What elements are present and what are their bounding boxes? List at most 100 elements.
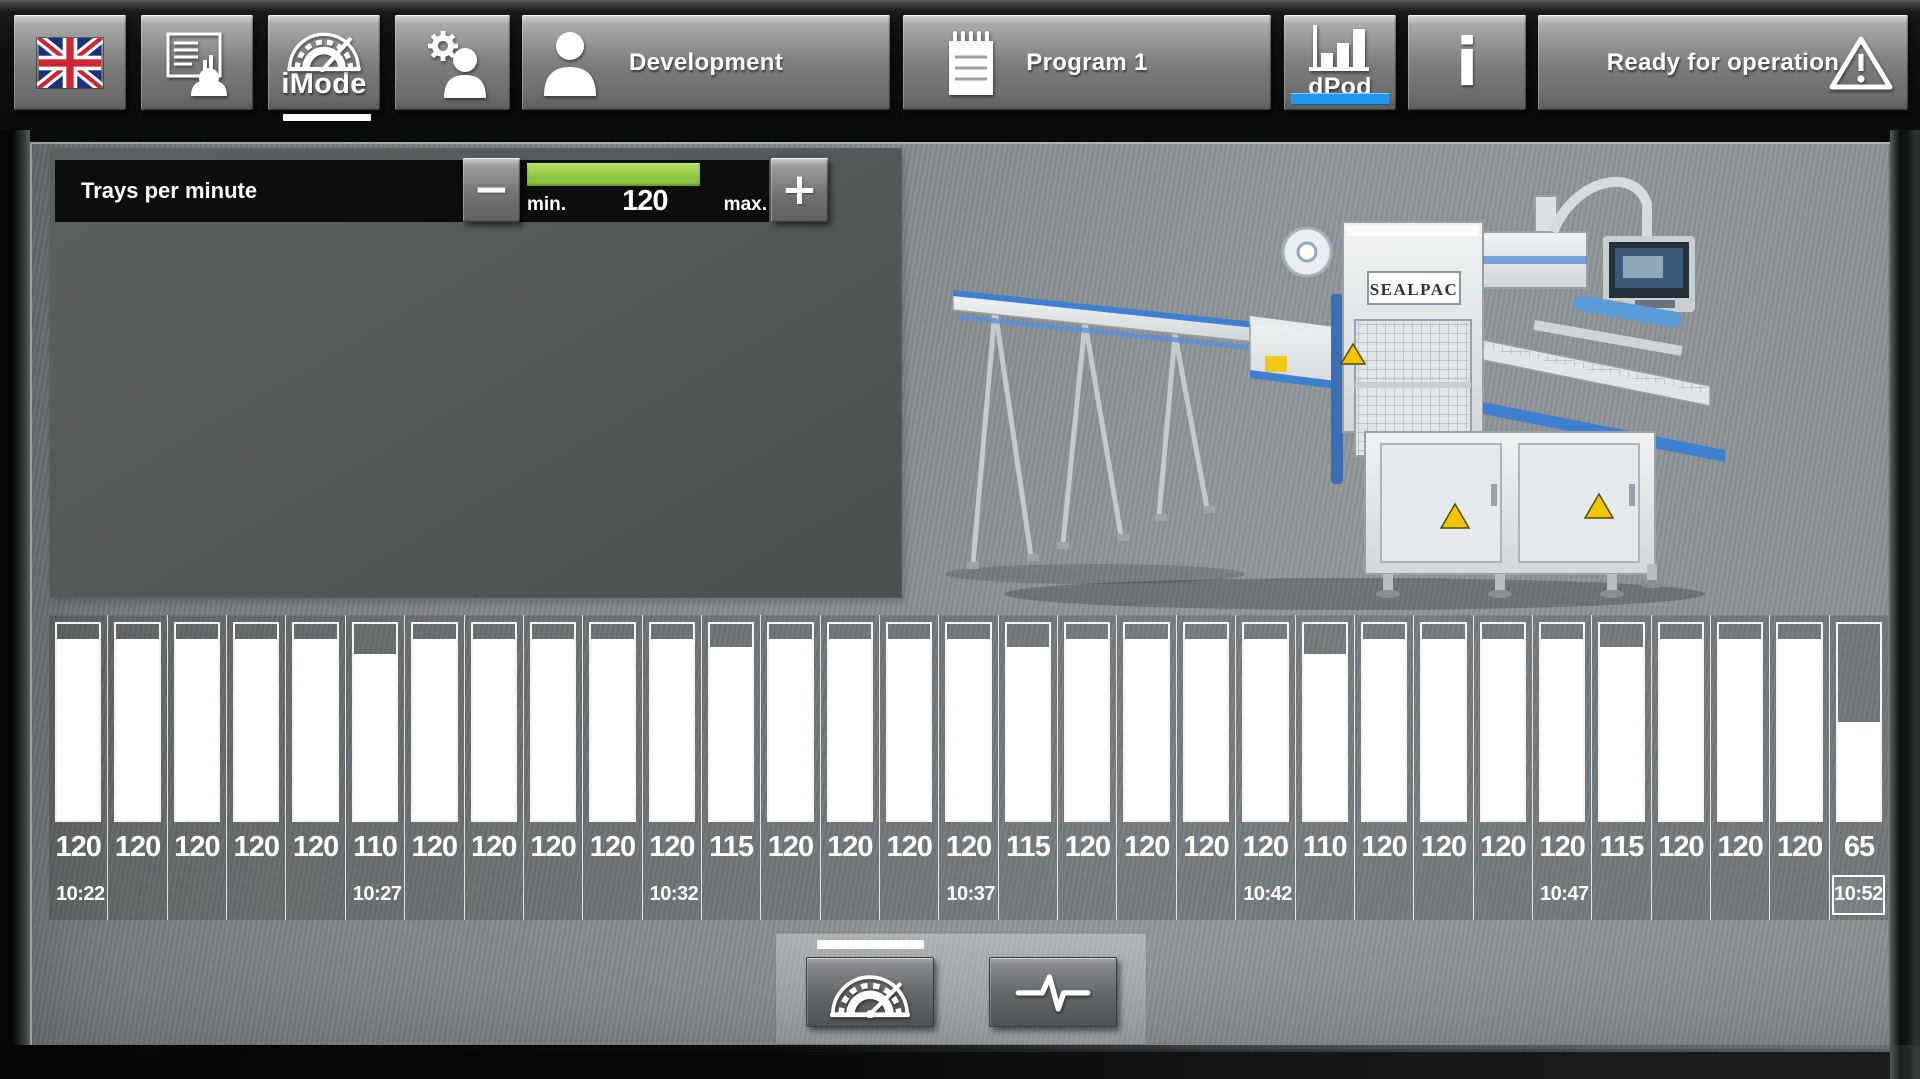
bar-fill: [829, 639, 871, 820]
chart-column: 110: [1296, 615, 1355, 920]
bar-outline: [649, 622, 695, 822]
bar-fill: [1541, 639, 1583, 820]
bezel-right: [1890, 130, 1920, 1079]
bar-timestamp: 10:32: [643, 875, 701, 913]
uk-flag-icon: [37, 38, 103, 88]
hmi-root: iMode: [0, 0, 1920, 1079]
bar-value: 120: [168, 827, 226, 871]
bar-value: 120: [583, 827, 641, 871]
chart-column: 120: [1474, 615, 1533, 920]
speed-panel-title: Trays per minute: [81, 160, 257, 222]
bar-fill: [1185, 639, 1227, 820]
bar-fill: [1244, 639, 1286, 820]
bar-fill: [1778, 639, 1820, 820]
report-user-icon: [158, 30, 236, 96]
speed-gauge: min. 120 max.: [527, 163, 767, 209]
machine-brand-label: SEALPAC: [1370, 280, 1459, 299]
bar-value: 120: [1474, 827, 1532, 871]
chart-column: 120: [405, 615, 464, 920]
bar-outline: [411, 622, 457, 822]
bar-outline: [589, 622, 635, 822]
chart-column: 12010:42: [1236, 615, 1295, 920]
bar-fill: [413, 639, 455, 820]
bar-value: 120: [108, 827, 166, 871]
report-user-button[interactable]: [141, 15, 253, 110]
bar-outline: [827, 622, 873, 822]
pulse-icon: [1013, 965, 1093, 1019]
bar-value: 120: [761, 827, 819, 871]
pulse-view-button[interactable]: [989, 957, 1117, 1027]
bar-timestamp: 10:22: [49, 875, 107, 913]
bar-value: 120: [49, 827, 107, 871]
screen: Trays per minute − min. 120 max. +: [30, 142, 1890, 1052]
bar-outline: [886, 622, 932, 822]
imode-button[interactable]: iMode: [268, 15, 380, 110]
chart-column: 115: [1592, 615, 1651, 920]
gauge-view-button[interactable]: [806, 957, 934, 1027]
bar-chart-icon: [1305, 23, 1375, 75]
bar-fill: [651, 639, 693, 820]
bar-fill: [888, 639, 930, 820]
bar-fill: [473, 639, 515, 820]
chart-column: 120: [227, 615, 286, 920]
bar-outline: [1064, 622, 1110, 822]
operator-button[interactable]: Development: [522, 15, 890, 110]
min-label: min.: [527, 194, 566, 216]
dpod-button[interactable]: dPod: [1284, 15, 1396, 110]
speed-gauge-fill: [527, 163, 700, 186]
bar-value: 120: [1414, 827, 1472, 871]
bar-outline: [1420, 622, 1466, 822]
decrease-speed-button[interactable]: −: [463, 158, 520, 222]
program-button[interactable]: Program 1: [903, 15, 1271, 110]
chart-column: 120: [761, 615, 820, 920]
chart-column: 120: [1355, 615, 1414, 920]
chart-column: 12010:37: [939, 615, 998, 920]
user-settings-button[interactable]: [395, 15, 510, 110]
notepad-icon: [943, 29, 999, 97]
bar-fill: [769, 639, 811, 820]
bar-outline: [471, 622, 517, 822]
speed-value: 120: [622, 185, 667, 218]
chart-column: 11010:27: [346, 615, 405, 920]
bar-value: 120: [1058, 827, 1116, 871]
increase-speed-button[interactable]: +: [771, 158, 828, 222]
bar-value: 120: [286, 827, 344, 871]
bar-fill: [1066, 639, 1108, 820]
chart-column: 115: [702, 615, 761, 920]
bar-outline: [1836, 622, 1882, 822]
bar-fill: [1719, 639, 1761, 820]
bar-fill: [1838, 722, 1880, 820]
chart-column: 120: [1770, 615, 1829, 920]
bar-value: 120: [821, 827, 879, 871]
status-bar[interactable]: Ready for operation: [1538, 15, 1908, 110]
info-button[interactable]: i: [1408, 15, 1526, 110]
bar-outline: [352, 622, 398, 822]
language-button[interactable]: [14, 15, 126, 110]
bar-value: 120: [880, 827, 938, 871]
speed-gauge-track: [527, 163, 767, 186]
bezel-left: [0, 130, 30, 1079]
bar-outline: [708, 622, 754, 822]
speedometer-icon: [822, 966, 918, 1018]
bar-fill: [710, 647, 752, 820]
bar-value: 120: [1652, 827, 1710, 871]
bar-fill: [235, 639, 277, 820]
bar-value: 120: [227, 827, 285, 871]
bar-outline: [1480, 622, 1526, 822]
bar-outline: [945, 622, 991, 822]
speedometer-icon: [280, 24, 368, 72]
info-icon: i: [1456, 33, 1479, 93]
bar-outline: [55, 622, 101, 822]
chart-column: 120: [821, 615, 880, 920]
bar-outline: [233, 622, 279, 822]
bar-outline: [1717, 622, 1763, 822]
chart-column: 120: [524, 615, 583, 920]
chart-column: 120: [465, 615, 524, 920]
chart-column: 120: [1117, 615, 1176, 920]
bar-value: 115: [999, 827, 1057, 871]
machine-image: SEALPAC: [935, 144, 1735, 614]
chart-column: 120: [583, 615, 642, 920]
bar-timestamp: 10:47: [1533, 875, 1591, 913]
chart-column: 120: [1177, 615, 1236, 920]
bar-fill: [1125, 639, 1167, 820]
